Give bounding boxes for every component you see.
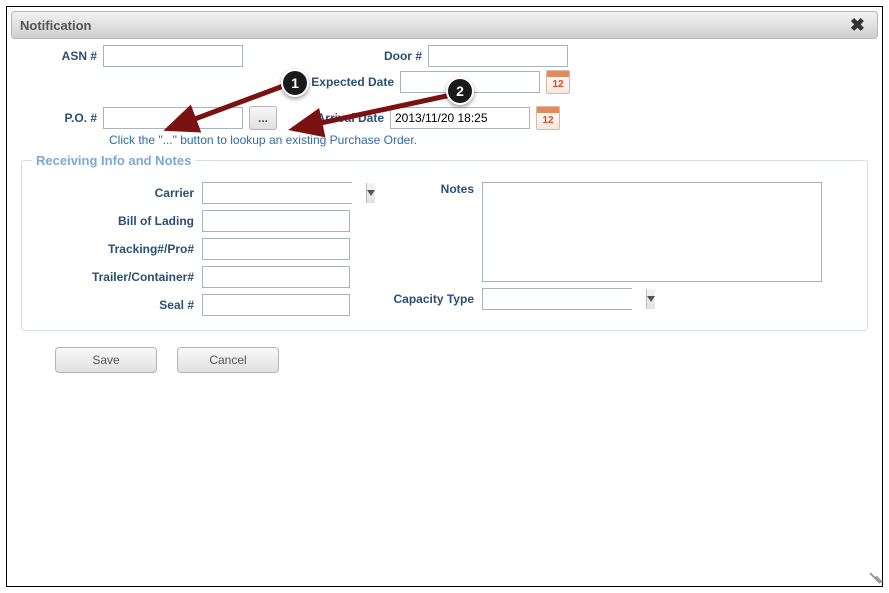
asn-input[interactable] xyxy=(103,45,243,67)
notes-label: Notes xyxy=(382,182,482,196)
door-input[interactable] xyxy=(428,45,568,67)
left-column: Carrier Bill of Lading xyxy=(32,182,352,316)
door-label: Door # xyxy=(313,49,428,63)
resize-handle-icon[interactable] xyxy=(864,568,878,582)
titlebar: Notification ✖ xyxy=(11,11,878,39)
calendar-icon[interactable]: 12 xyxy=(546,70,570,94)
field-carrier: Carrier xyxy=(32,182,352,204)
po-input[interactable] xyxy=(103,107,243,129)
bol-label: Bill of Lading xyxy=(32,214,202,228)
right-column: Notes Capacity Type xyxy=(382,182,822,316)
notes-textarea[interactable] xyxy=(482,182,822,282)
field-bol: Bill of Lading xyxy=(32,210,352,232)
save-button[interactable]: Save xyxy=(55,347,157,373)
seal-input[interactable] xyxy=(202,294,350,316)
section-columns: Carrier Bill of Lading xyxy=(32,182,857,316)
field-notes: Notes xyxy=(382,182,822,282)
po-label: P.O. # xyxy=(21,111,103,125)
capacity-combo[interactable] xyxy=(482,288,632,310)
po-lookup-button[interactable]: ... xyxy=(249,106,277,130)
annotation-badge-1: 1 xyxy=(281,69,309,97)
notification-dialog: Notification ✖ ASN # Door # Expected Dat… xyxy=(11,11,878,383)
button-row: Save Cancel xyxy=(55,347,868,373)
trailer-input[interactable] xyxy=(202,266,350,288)
row-expected: Expected Date 12 xyxy=(21,70,868,94)
po-lookup-hint: Click the "..." button to lookup an exis… xyxy=(109,133,868,147)
field-tracking: Tracking#/Pro# xyxy=(32,238,352,260)
dialog-content: ASN # Door # Expected Date 12 P.O. # ...… xyxy=(11,39,878,383)
close-icon[interactable]: ✖ xyxy=(846,16,869,34)
arrival-date-input[interactable] xyxy=(390,107,530,129)
chevron-down-icon[interactable] xyxy=(366,183,375,203)
section-legend: Receiving Info and Notes xyxy=(32,153,195,168)
arrival-date-label: Arrival Date xyxy=(277,111,390,125)
field-capacity: Capacity Type xyxy=(382,288,822,310)
seal-label: Seal # xyxy=(32,298,202,312)
window-frame: Notification ✖ ASN # Door # Expected Dat… xyxy=(6,6,883,587)
annotation-badge-2: 2 xyxy=(446,77,474,105)
field-trailer: Trailer/Container# xyxy=(32,266,352,288)
receiving-info-section: Receiving Info and Notes Carrier xyxy=(21,153,868,331)
asn-label: ASN # xyxy=(21,49,103,63)
tracking-label: Tracking#/Pro# xyxy=(32,242,202,256)
field-seal: Seal # xyxy=(32,294,352,316)
row-po-arrival: P.O. # ... Arrival Date 12 xyxy=(21,106,868,130)
carrier-label: Carrier xyxy=(32,186,202,200)
dialog-title: Notification xyxy=(20,18,92,33)
tracking-input[interactable] xyxy=(202,238,350,260)
carrier-input[interactable] xyxy=(203,183,366,203)
chevron-down-icon[interactable] xyxy=(646,289,655,309)
row-asn-door: ASN # Door # xyxy=(21,45,868,67)
trailer-label: Trailer/Container# xyxy=(32,270,202,284)
cancel-button[interactable]: Cancel xyxy=(177,347,279,373)
expected-date-label: Expected Date xyxy=(243,75,400,89)
calendar-icon[interactable]: 12 xyxy=(536,106,560,130)
bol-input[interactable] xyxy=(202,210,350,232)
carrier-combo[interactable] xyxy=(202,182,352,204)
capacity-label: Capacity Type xyxy=(382,292,482,306)
capacity-input[interactable] xyxy=(483,289,646,309)
